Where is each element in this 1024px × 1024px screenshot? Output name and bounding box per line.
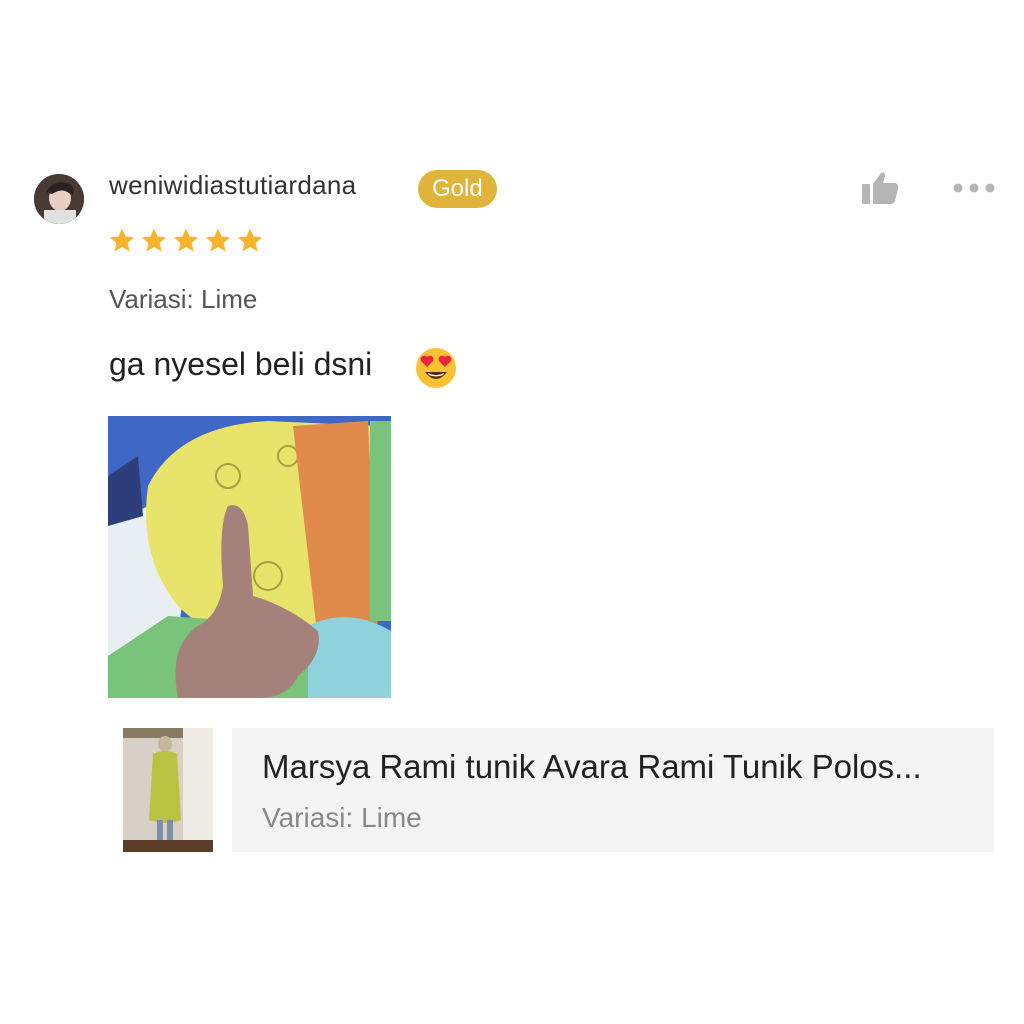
star-icon xyxy=(173,228,199,252)
avatar[interactable] xyxy=(34,174,84,224)
product-thumbnail[interactable] xyxy=(123,728,213,852)
review-text: ga nyesel beli dsni xyxy=(109,346,373,382)
more-dots-icon[interactable] xyxy=(950,180,998,196)
product-name[interactable]: Marsya Rami tunik Avara Rami Tunik Polos… xyxy=(262,748,977,786)
reviewer-username[interactable]: weniwidiastutiardana xyxy=(109,170,356,201)
product-variation: Variasi: Lime xyxy=(262,802,422,833)
star-icon xyxy=(109,228,135,252)
review-variation: Variasi: Lime xyxy=(109,284,258,314)
star-icon xyxy=(141,228,167,252)
member-badge: Gold xyxy=(418,170,497,208)
thumbs-up-icon[interactable] xyxy=(860,170,900,206)
review-photo[interactable] xyxy=(108,416,391,698)
heart-eyes-emoji xyxy=(414,346,458,390)
star-icon xyxy=(205,228,231,252)
rating-stars xyxy=(108,226,264,260)
product-card[interactable]: Marsya Rami tunik Avara Rami Tunik Polos… xyxy=(232,728,994,852)
star-icon xyxy=(237,228,263,252)
